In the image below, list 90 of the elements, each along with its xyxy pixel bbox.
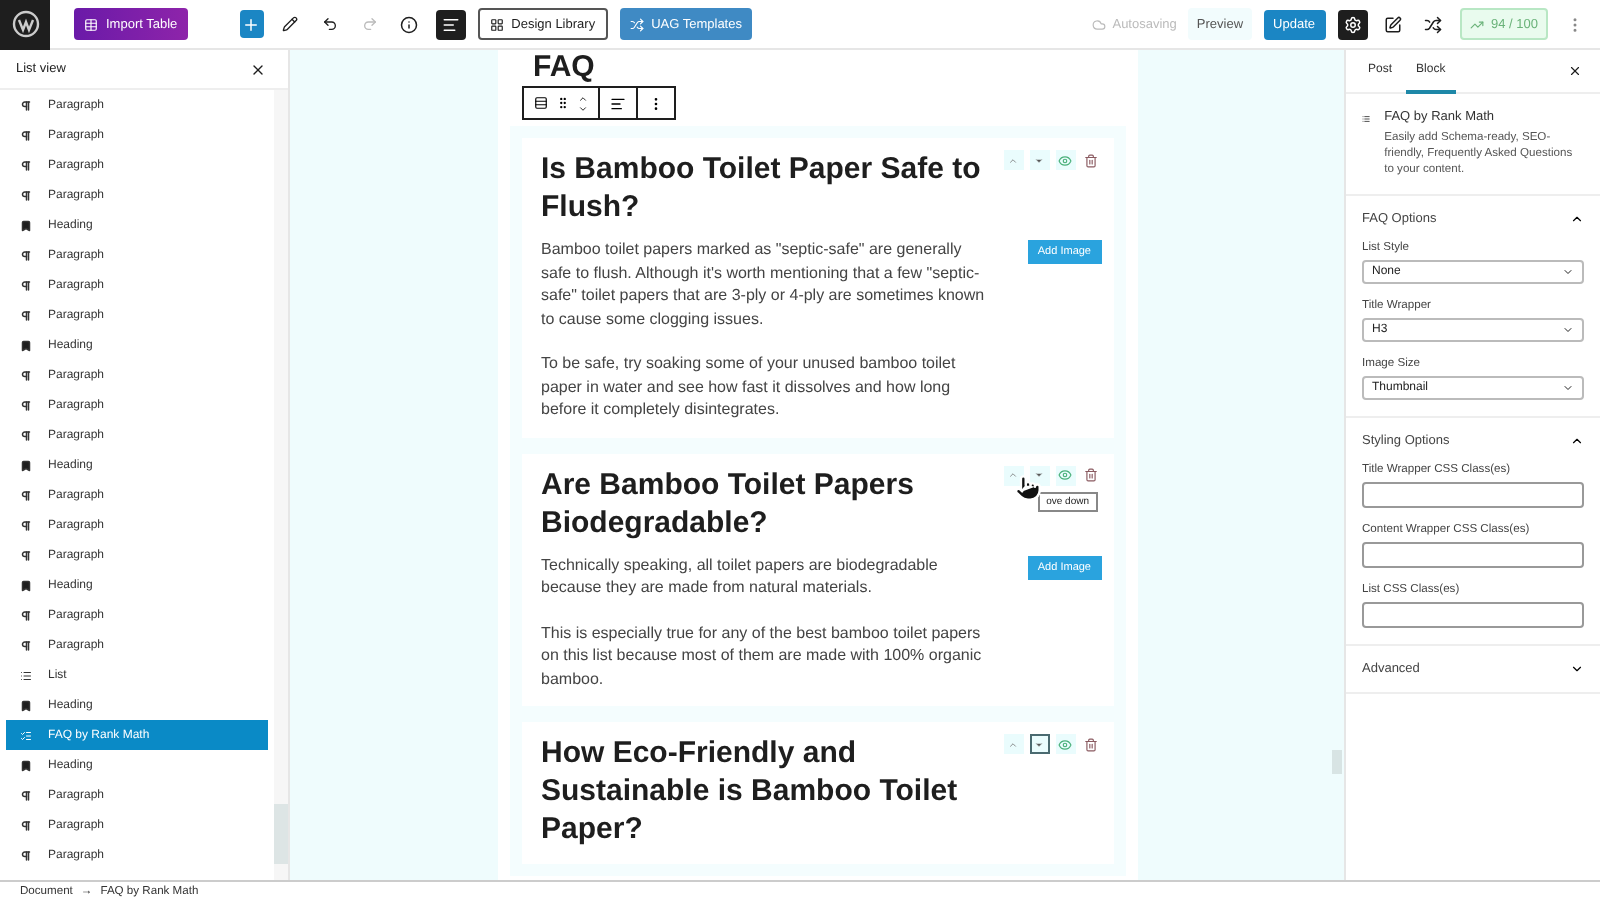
input-field[interactable]	[1362, 482, 1584, 508]
settings-button[interactable]	[1337, 9, 1367, 39]
chevron-down-icon	[1034, 155, 1044, 165]
visibility-button[interactable]	[1055, 465, 1075, 485]
hand-cursor-icon	[1013, 473, 1041, 501]
close-icon	[1567, 64, 1581, 78]
align-icon	[609, 95, 625, 111]
chart-icon	[1469, 17, 1483, 31]
chevron-down-icon	[1562, 266, 1574, 278]
delete-button[interactable]	[1081, 150, 1101, 170]
paragraph-icon	[20, 549, 32, 561]
list-icon	[20, 729, 32, 741]
paragraph-icon	[20, 279, 32, 291]
input-field[interactable]	[1362, 542, 1584, 568]
bookmark-icon	[20, 339, 32, 351]
paragraph-icon	[20, 129, 32, 141]
trash-icon	[1084, 737, 1098, 751]
faq-answer: This is especially true for any of the best bamboo toilet papers on this list because most of them are made with 100% organic bamboo.	[541, 621, 984, 690]
paragraph-icon	[20, 429, 32, 441]
faq-question: Is Bamboo Toilet Paper Safe to Flush?	[541, 150, 983, 226]
bookmark-icon	[20, 699, 32, 711]
delete-button[interactable]	[1081, 734, 1101, 754]
move-arrows-icon[interactable]	[577, 93, 587, 113]
paragraph-icon	[20, 159, 32, 171]
plus-icon	[242, 15, 261, 33]
info-icon	[400, 15, 419, 33]
tools-icon	[1424, 15, 1442, 33]
paragraph-icon	[20, 639, 32, 651]
chevron-up-icon	[1008, 470, 1018, 480]
templates-icon	[629, 17, 644, 31]
bookmark-icon	[20, 759, 32, 771]
chevron-down-icon	[1570, 662, 1584, 676]
chevron-up-icon	[1008, 155, 1018, 165]
block-type-icon	[533, 96, 547, 110]
pencil-icon	[281, 16, 298, 32]
undo-icon	[321, 16, 338, 32]
faq-question: How Eco-Friendly and Sustainable is Bamboo Toilet Paper?	[541, 734, 960, 848]
paragraph-icon	[20, 489, 32, 501]
faq-answer: Bamboo toilet papers marked as "septic-safe" are generally safe to flush. Although it's worth mentioning that a few "septic-safe" toilet papers that are 3-ply or 4-ply are sometimes known to cause some clogging issues.	[541, 238, 985, 330]
bookmark-icon	[20, 459, 32, 471]
paragraph-icon	[20, 309, 32, 321]
paragraph-icon	[20, 609, 32, 621]
delete-button[interactable]	[1081, 465, 1101, 485]
pen-square-icon	[1384, 15, 1402, 33]
cloud-icon	[1092, 17, 1107, 31]
drag-handle-icon	[555, 96, 569, 110]
settings-icon	[1343, 15, 1361, 33]
paragraph-icon	[20, 99, 32, 111]
bookmark-icon	[20, 579, 32, 591]
table-icon	[84, 17, 98, 31]
paragraph-icon	[20, 789, 32, 801]
chevron-up-icon	[1570, 434, 1584, 448]
bookmark-icon	[20, 219, 32, 231]
close-icon	[250, 61, 266, 77]
paragraph-icon	[20, 369, 32, 381]
paragraph-icon	[20, 819, 32, 831]
list-icon	[1362, 110, 1371, 128]
input-field[interactable]	[1362, 602, 1584, 628]
eye-icon	[1058, 153, 1072, 167]
eye-icon	[1058, 737, 1072, 751]
paragraph-icon	[20, 519, 32, 531]
faq-answer: To be safe, try soaking some of your unused bamboo toilet paper in water and see how fast it dissolves and how long before it completely disintegrates.	[541, 352, 958, 421]
list-view-button[interactable]	[435, 9, 466, 39]
faq-heading: FAQ	[531, 50, 597, 84]
wordpress-logo[interactable]	[0, 0, 50, 49]
faq-answer: Technically speaking, all toilet papers are biodegradable because they are made from natural materials.	[541, 553, 940, 599]
move-down-button[interactable]	[1029, 734, 1049, 754]
chevron-up-icon	[1570, 212, 1584, 226]
add-block-button[interactable]	[239, 10, 264, 38]
chevron-down-icon	[1562, 324, 1574, 336]
visibility-button[interactable]	[1055, 734, 1075, 754]
paragraph-icon	[20, 849, 32, 861]
chevron-down-icon	[1034, 739, 1044, 749]
paragraph-icon	[20, 249, 32, 261]
chevron-down-icon	[1562, 382, 1574, 394]
paragraph-icon	[20, 399, 32, 411]
trash-icon	[1084, 468, 1098, 482]
library-icon	[489, 17, 504, 31]
list-icon	[441, 15, 460, 33]
paragraph-icon	[20, 189, 32, 201]
chevron-down-icon	[1034, 470, 1044, 480]
logo-icon	[11, 10, 39, 38]
trash-icon	[1084, 153, 1098, 167]
visibility-button[interactable]	[1055, 150, 1075, 170]
chevron-up-icon	[1008, 739, 1018, 749]
list-icon	[20, 669, 32, 681]
move-up-button[interactable]	[1003, 465, 1023, 485]
redo-icon	[361, 16, 378, 32]
eye-icon	[1058, 468, 1072, 482]
faq-question: Are Bamboo Toilet Papers Biodegradable?	[541, 465, 916, 541]
